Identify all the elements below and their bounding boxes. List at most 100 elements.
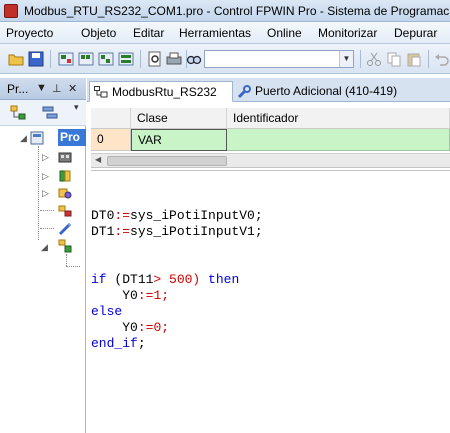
toolbar: ▼ [0,44,450,74]
code-identifier: (DT11 [106,272,154,287]
project-root-icon [30,131,44,145]
print-preview-icon[interactable] [147,51,163,67]
code-identifier: sys_iPotiInputV1; [130,224,263,239]
code-punctuation: ; [137,336,146,351]
scroll-thumb[interactable] [107,156,227,166]
code-keyword: else [91,304,123,319]
tree-guide [66,254,67,266]
chevron-down-icon[interactable]: ▼ [339,51,353,67]
column-header-clase[interactable]: Clase [131,108,227,129]
download-icon[interactable] [118,51,134,67]
library-icon[interactable] [58,169,72,183]
code-operator: := [114,208,131,223]
code-line-7: end_if; [91,336,146,352]
code-operator: := [137,288,154,303]
build-all-icon[interactable] [98,51,114,67]
project-pane-header: Pr... ▼ ⊥ ✕ [0,78,86,100]
copy-icon[interactable] [386,51,402,67]
toolbar-separator [360,50,361,68]
open-icon[interactable] [8,51,24,67]
code-line-3: if (DT11> 500) then [91,272,239,288]
collapse-icon[interactable]: ◢ [41,242,48,253]
code-identifier: DT1 [91,224,115,239]
menu-editar[interactable]: Editar [133,26,164,40]
expand-icon[interactable]: ▷ [42,188,49,199]
code-keyword: if [91,272,107,287]
menu-proyecto[interactable]: Proyecto [6,26,53,40]
global-variables-icon[interactable] [58,222,72,236]
paste-icon[interactable] [406,51,422,67]
column-header-identificador[interactable]: Identificador [227,108,450,129]
code-operator: > 500) [153,272,201,287]
toolbar-separator [140,50,141,68]
code-line-4: Y0:=1; [91,288,169,304]
tab-puerto-adicional[interactable]: Puerto Adicional (410-419) [235,81,447,102]
code-editor[interactable]: DT0:=sys_iPotiInputV0; DT1:=sys_iPotiInp… [91,170,450,433]
column-header-index [91,108,131,129]
tree-guide [40,228,54,229]
dut-pool-icon[interactable] [58,204,72,218]
tab-modbusrtu-rs232[interactable]: ModbusRtu_RS232 [89,81,233,102]
code-literal: 1; [153,288,170,303]
menu-depurar[interactable]: Depurar [394,26,437,40]
code-identifier: Y0 [122,320,138,335]
toolbar-separator [50,50,51,68]
code-line-5: else [91,304,122,320]
program-list-icon[interactable] [42,105,60,121]
undo-icon[interactable] [434,51,450,67]
scroll-left-icon[interactable]: ◀ [95,155,101,164]
print-icon[interactable] [166,51,182,67]
close-icon[interactable]: ✕ [68,82,77,95]
code-operator: := [114,224,131,239]
code-identifier: Y0 [122,288,138,303]
project-pane-toolbar: ▾ [0,100,86,126]
code-operator: := [137,320,154,335]
pane-overflow-icon[interactable]: ▾ [74,102,79,113]
menu-herramientas[interactable]: Herramientas [179,26,251,40]
app-icon [4,4,18,18]
pou-pool-icon[interactable] [58,239,72,253]
expand-icon[interactable]: ▷ [42,171,49,182]
dropdown-arrow-icon[interactable]: ▼ [36,82,47,94]
code-keyword: end_if [91,336,138,351]
tasks-icon[interactable] [58,186,72,200]
project-navigator-pane: Pr... ▼ ⊥ ✕ ▾ ◢ Pro ▷ ▷ ▷ ◢ [0,78,86,433]
identificador-cell[interactable] [227,129,450,151]
cut-icon[interactable] [366,51,382,67]
code-line-1: DT0:=sys_iPotiInputV0; [91,208,263,224]
tree-root-label[interactable]: Pro [58,129,86,146]
program-icon [94,86,108,98]
window-title: Modbus_RTU_RS232_COM1.pro - Control FPWI… [24,4,450,18]
code-line-2: DT1:=sys_iPotiInputV1; [91,224,263,240]
toolbar-separator [428,50,429,68]
expand-icon[interactable]: ▷ [42,152,49,163]
menu-objeto[interactable]: Objeto [81,26,116,40]
table-horizontal-scrollbar[interactable]: ◀ [91,153,450,168]
save-icon[interactable] [28,51,44,67]
editor-tab-bar: ModbusRtu_RS232 Puerto Adicional (410-41… [87,78,450,102]
code-keyword: then [200,272,240,287]
tree-guide [66,266,80,267]
pin-icon[interactable]: ⊥ [52,82,62,95]
clase-cell[interactable]: VAR [131,129,227,151]
tab-label: ModbusRtu_RS232 [112,85,217,99]
plc-hardware-icon[interactable] [58,150,72,164]
build-icon[interactable] [78,51,94,67]
tree-view-icon[interactable] [10,105,28,121]
menu-online[interactable]: Online [267,26,302,40]
code-line-6: Y0:=0; [91,320,169,336]
row-index-cell[interactable]: 0 [91,129,131,151]
compile-icon[interactable] [58,51,74,67]
tree-guide [38,146,39,240]
variable-table: Clase Identificador 0 VAR [91,108,450,152]
collapse-icon[interactable]: ◢ [20,133,27,144]
search-combo[interactable]: ▼ [204,50,354,68]
wrench-icon [237,85,251,99]
find-icon[interactable] [186,51,202,67]
code-identifier: DT0 [91,208,115,223]
menu-monitorizar[interactable]: Monitorizar [318,26,377,40]
project-pane-title: Pr... [7,82,29,96]
tab-label: Puerto Adicional (410-419) [255,84,398,98]
